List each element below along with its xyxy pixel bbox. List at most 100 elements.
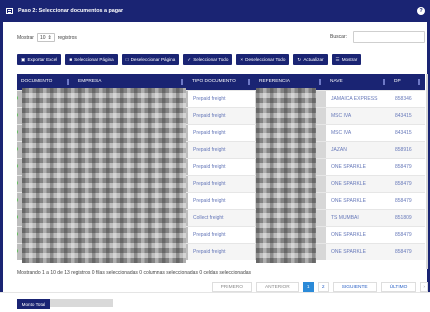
selected-icon — [17, 231, 18, 236]
dp-cell: 858479 — [390, 157, 425, 175]
check-all-icon: ✓ — [187, 56, 192, 62]
selected-icon — [17, 146, 18, 151]
header-tipo-label: TIPO DOCUMENTO — [192, 79, 236, 85]
tipo-documento-cell: Collect freight — [188, 208, 255, 226]
square-icon: □ — [125, 57, 129, 62]
select-page-button[interactable]: ■ Seleccionar Página — [65, 54, 118, 65]
deselect-all-label: Deseleccionar Todo — [245, 57, 286, 62]
nave-cell: JAMAICA EXPRESS — [326, 89, 390, 107]
dp-cell: 858916 — [390, 140, 425, 158]
refresh-icon: ↻ — [297, 56, 302, 62]
selected-icon — [17, 197, 18, 202]
header-documento-label: DOCUMENTO — [21, 79, 53, 85]
page-2-button[interactable]: 2 — [317, 282, 329, 292]
pagination: PRIMERO ANTERIOR 1 2 SIGUIENTE ÚLTIMO › — [211, 282, 428, 292]
sort-icon — [383, 79, 385, 85]
tipo-documento-cell: Prepaid freight — [188, 123, 255, 141]
header-dp-label: DP — [394, 79, 401, 85]
dp-cell: 858346 — [390, 89, 425, 107]
nave-cell: ONE SPARKLE — [326, 157, 390, 175]
entries-select[interactable]: 10 ⇕ — [36, 33, 55, 42]
close-icon: × — [240, 57, 244, 62]
redacted-reference-mosaic — [256, 88, 316, 263]
entries-control: Mostrar 10 ⇕ registros — [17, 33, 77, 42]
nave-cell: MSC IVA — [326, 106, 390, 124]
entries-value: 10 — [39, 34, 46, 41]
tipo-documento-cell: Prepaid freight — [188, 89, 255, 107]
show-label: Mostrar — [17, 34, 34, 41]
selected-icon — [17, 214, 18, 219]
search-control: Buscar: — [330, 31, 425, 43]
dp-cell: 851809 — [390, 208, 425, 226]
header-referencia-label: REFERENCIA — [259, 79, 290, 85]
tipo-documento-cell: Prepaid freight — [188, 140, 255, 158]
select-page-label: Seleccionar Página — [74, 57, 114, 62]
sort-icon — [67, 79, 69, 85]
dialog-titlebar: Paso 2: Seleccionar documentos a pagar ? — [0, 0, 430, 22]
header-nave[interactable]: NAVE — [326, 74, 390, 90]
dp-cell: 858479 — [390, 191, 425, 209]
table-status: Mostrando 1 a 10 de 13 registros 0 filas… — [17, 270, 252, 276]
header-dp[interactable]: DP — [390, 74, 425, 90]
selected-icon — [17, 112, 18, 117]
nave-cell: ONE SPARKLE — [326, 225, 390, 243]
dp-cell: 843415 — [390, 106, 425, 124]
selected-icon — [17, 180, 18, 185]
redacted-company-mosaic — [22, 88, 186, 263]
table-controls: Mostrar 10 ⇕ registros Buscar: — [17, 31, 425, 43]
tipo-documento-cell: Prepaid freight — [188, 106, 255, 124]
deselect-page-button[interactable]: □ Deseleccionar Página — [121, 54, 180, 65]
nave-cell: ONE SPARKLE — [326, 242, 390, 260]
header-nave-label: NAVE — [330, 79, 343, 85]
nave-cell: ONE SPARKLE — [326, 174, 390, 192]
header-tipo-documento[interactable]: TIPO DOCUMENTO — [188, 74, 255, 90]
search-input[interactable] — [353, 31, 425, 43]
help-icon[interactable]: ? — [417, 7, 425, 15]
tipo-documento-cell: Prepaid freight — [188, 191, 255, 209]
more-pages-icon[interactable]: › — [420, 282, 428, 292]
total-amount-button[interactable]: Monto Total — [17, 299, 50, 309]
header-empresa-label: EMPRESA — [78, 79, 102, 85]
tipo-documento-cell: Prepaid freight — [188, 174, 255, 192]
show-button[interactable]: ☰ Mostrar — [331, 54, 362, 65]
refresh-button[interactable]: ↻ Actualizar — [293, 54, 328, 65]
last-page-button[interactable]: ÚLTIMO — [380, 282, 417, 292]
next-page-button[interactable]: SIGUIENTE — [332, 282, 377, 292]
payment-document-dialog: Paso 2: Seleccionar documentos a pagar ?… — [0, 0, 430, 312]
selected-icon — [17, 95, 18, 100]
deselect-page-label: Deseleccionar Página — [130, 57, 176, 62]
nave-cell: MSC IVA — [326, 123, 390, 141]
selected-icon — [17, 248, 18, 253]
vertical-scrollbar[interactable] — [426, 74, 428, 269]
sort-icon — [418, 79, 420, 85]
previous-page-button[interactable]: ANTERIOR — [255, 282, 299, 292]
tipo-documento-cell: Prepaid freight — [188, 225, 255, 243]
sort-icon — [319, 79, 321, 85]
deselect-all-button[interactable]: × Deseleccionar Todo — [236, 54, 290, 65]
check-square-icon: ■ — [69, 57, 73, 62]
tipo-documento-cell: Prepaid freight — [188, 242, 255, 260]
file-excel-icon: ▣ — [21, 56, 26, 62]
entries-suffix: registros — [57, 34, 77, 41]
nave-cell: JAZAN — [326, 140, 390, 158]
export-excel-label: Exportar Excel — [27, 57, 58, 62]
refresh-label: Actualizar — [303, 57, 324, 62]
dp-cell: 858479 — [390, 174, 425, 192]
nave-cell: ONE SPARKLE — [326, 191, 390, 209]
dp-cell: 843415 — [390, 123, 425, 141]
dp-cell: 858479 — [390, 225, 425, 243]
dialog-title: Paso 2: Seleccionar documentos a pagar — [18, 8, 124, 14]
selected-icon — [17, 163, 18, 168]
export-excel-button[interactable]: ▣ Exportar Excel — [17, 54, 62, 65]
sort-icon — [181, 79, 183, 85]
show-button-label: Mostrar — [341, 57, 358, 62]
first-page-button[interactable]: PRIMERO — [211, 282, 252, 292]
toolbar: ▣ Exportar Excel ■ Seleccionar Página □ Des… — [17, 54, 362, 65]
search-label: Buscar: — [330, 34, 347, 40]
sort-icon: ⇕ — [47, 34, 52, 41]
left-border — [0, 22, 3, 292]
selected-icon — [17, 129, 18, 134]
page-1-button[interactable]: 1 — [302, 282, 314, 292]
select-all-button[interactable]: ✓ Seleccionar Todo — [183, 54, 233, 65]
clipboard-icon — [6, 8, 13, 14]
